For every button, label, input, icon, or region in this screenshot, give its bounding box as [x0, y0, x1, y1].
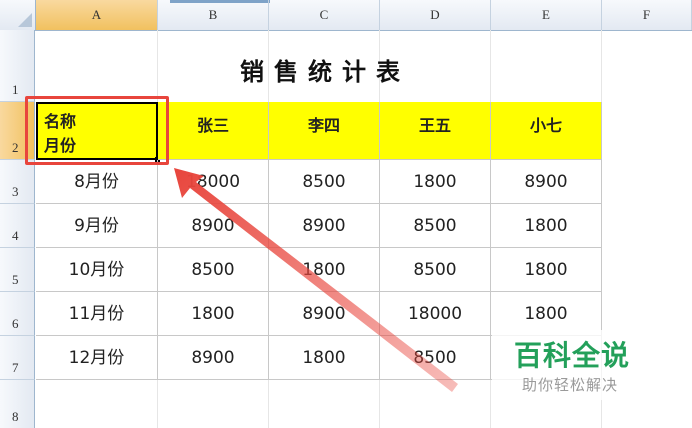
- watermark-logo: 百科全说 助你轻松解决: [492, 330, 662, 400]
- watermark-subtitle: 助你轻松解决: [522, 376, 619, 394]
- spreadsheet: A B C D E F 1 2 3 4 5 6 7 8 销售统计表 名称 月份 …: [0, 0, 692, 428]
- watermark-title: 百科全说: [514, 339, 631, 372]
